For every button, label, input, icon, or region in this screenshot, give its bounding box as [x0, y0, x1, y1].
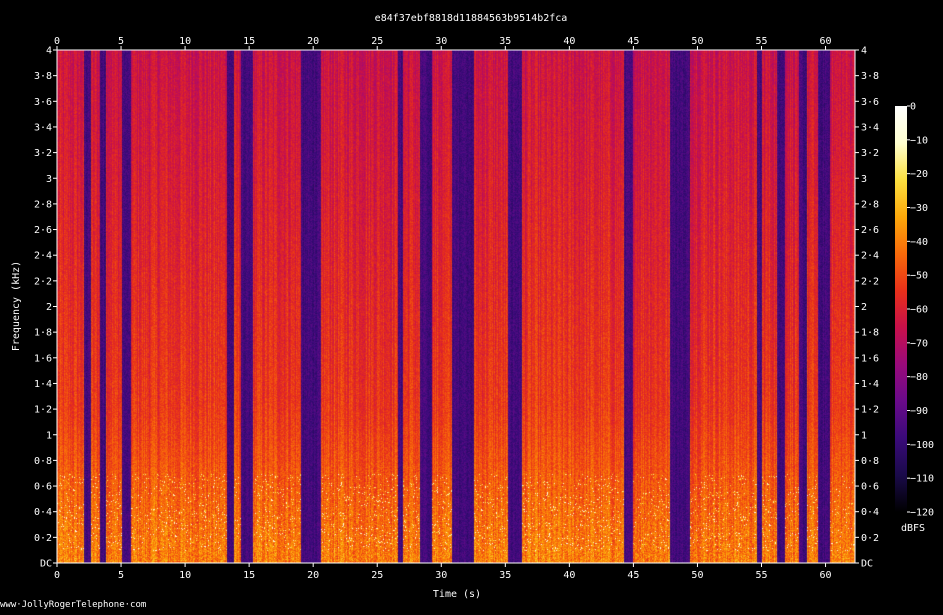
x-tick-label-top: 15: [243, 36, 255, 47]
x-tick-label-top: 35: [499, 36, 511, 47]
x-axis-label: Time (s): [433, 589, 481, 600]
y-tick-label-right: 4: [861, 46, 867, 57]
y-tick-label-right: 1·2: [861, 405, 879, 416]
x-tick-label: 15: [243, 570, 255, 581]
colorbar-gradient: [895, 106, 907, 512]
y-tick-label-right: 0·6: [861, 482, 879, 493]
colorbar-label: dBFS: [901, 523, 925, 534]
colorbar-tick-label: −60: [910, 305, 928, 316]
x-tick-label-top: 10: [179, 36, 191, 47]
colorbar-tick-label: −30: [910, 203, 928, 214]
y-tick-label: 3·4: [34, 122, 52, 133]
y-tick-label-right: 0·2: [861, 533, 879, 544]
x-tick-label-top: 30: [435, 36, 447, 47]
y-tick-label-right: 3·8: [861, 71, 879, 82]
y-tick-label-right: 3·4: [861, 122, 879, 133]
x-tick-label: 60: [820, 570, 832, 581]
x-tick-label-top: 20: [307, 36, 319, 47]
y-tick-label: 0·2: [34, 533, 52, 544]
colorbar-tick-label: −20: [910, 169, 928, 180]
colorbar-tick-label: −40: [910, 237, 928, 248]
chart-title: e84f37ebf8818d11884563b9514b2fca: [375, 13, 568, 24]
colorbar-tick-label: 0: [910, 102, 916, 113]
y-tick-label: 1: [46, 430, 52, 441]
colorbar-tick-label: −70: [910, 338, 928, 349]
x-tick-label-top: 25: [371, 36, 383, 47]
y-tick-label: 2·2: [34, 276, 52, 287]
x-tick-label: 50: [691, 570, 703, 581]
y-tick-label-right: 1·6: [861, 353, 879, 364]
x-tick-label-top: 50: [691, 36, 703, 47]
y-tick-label-right: 0·4: [861, 507, 879, 518]
x-tick-label: 0: [54, 570, 60, 581]
y-tick-label-right: DC: [861, 559, 873, 570]
y-tick-label-right: 2·2: [861, 276, 879, 287]
colorbar-tick-label: −90: [910, 406, 928, 417]
y-tick-label: 1·4: [34, 379, 52, 390]
colorbar-tick-label: −110: [910, 474, 934, 485]
colorbar-tick-label: −100: [910, 440, 934, 451]
y-tick-label: 0·6: [34, 482, 52, 493]
y-tick-label: 2·6: [34, 225, 52, 236]
colorbar: 0 −10 −20 −30 −40 −50 −60 −70 −80 −90 −100 −110 −120: [895, 102, 934, 519]
x-tick-label: 30: [435, 570, 447, 581]
y-tick-label-right: 3·2: [861, 148, 879, 159]
y-tick-label-right: 0·8: [861, 456, 879, 467]
x-tick-label-top: 45: [627, 36, 639, 47]
y-axis-label: Frequency (kHz): [11, 261, 22, 351]
y-tick-label: 3·8: [34, 71, 52, 82]
y-tick-label: 2: [46, 302, 52, 313]
y-tick-label: 0·8: [34, 456, 52, 467]
x-tick-label: 20: [307, 570, 319, 581]
x-tick-label-top: 55: [755, 36, 767, 47]
x-tick-label-top: 0: [54, 36, 60, 47]
y-tick-label-right: 1: [861, 430, 867, 441]
spectrogram-chart: e84f37ebf8818d11884563b9514b2fca 0055101…: [0, 13, 934, 610]
y-tick-label: 1·8: [34, 328, 52, 339]
y-tick-label-right: 1·4: [861, 379, 879, 390]
colorbar-tick-label: −10: [910, 135, 928, 146]
watermark: www·JollyRogerTelephone·com: [0, 600, 146, 610]
x-tick-label: 55: [755, 570, 767, 581]
y-tick-label: 3·6: [34, 97, 52, 108]
x-tick-label-top: 40: [563, 36, 575, 47]
y-tick-label-right: 1·8: [861, 328, 879, 339]
y-tick-label: 1·2: [34, 405, 52, 416]
y-tick-label: 4: [46, 46, 52, 57]
spectrogram-plot-area: [57, 50, 855, 563]
spectrogram-image: [57, 50, 855, 563]
colorbar-tick-label: −120: [910, 508, 934, 519]
y-tick-label: 3·2: [34, 148, 52, 159]
y-tick-label: 2·4: [34, 251, 52, 262]
y-tick-label: DC: [40, 559, 52, 570]
x-tick-label-top: 5: [118, 36, 124, 47]
spectrogram-figure: e84f37ebf8818d11884563b9514b2fca 0 0 5 5 10 1…: [0, 0, 943, 611]
y-tick-label: 3: [46, 174, 52, 185]
x-tick-label-top: 60: [820, 36, 832, 47]
colorbar-tick-label: −50: [910, 271, 928, 282]
x-tick-label: 25: [371, 570, 383, 581]
y-tick-label: 2·8: [34, 199, 52, 210]
y-tick-label-right: 2·4: [861, 251, 879, 262]
y-tick-label: 0·4: [34, 507, 52, 518]
x-tick-label: 10: [179, 570, 191, 581]
y-tick-label-right: 3·6: [861, 97, 879, 108]
y-tick-label-right: 2·8: [861, 199, 879, 210]
colorbar-tick-label: −80: [910, 372, 928, 383]
y-tick-label-right: 2: [861, 302, 867, 313]
y-tick-label: 1·6: [34, 353, 52, 364]
x-tick-label: 35: [499, 570, 511, 581]
x-tick-label: 40: [563, 570, 575, 581]
x-tick-label: 5: [118, 570, 124, 581]
y-tick-label-right: 2·6: [861, 225, 879, 236]
y-tick-label-right: 3: [861, 174, 867, 185]
x-tick-label: 45: [627, 570, 639, 581]
